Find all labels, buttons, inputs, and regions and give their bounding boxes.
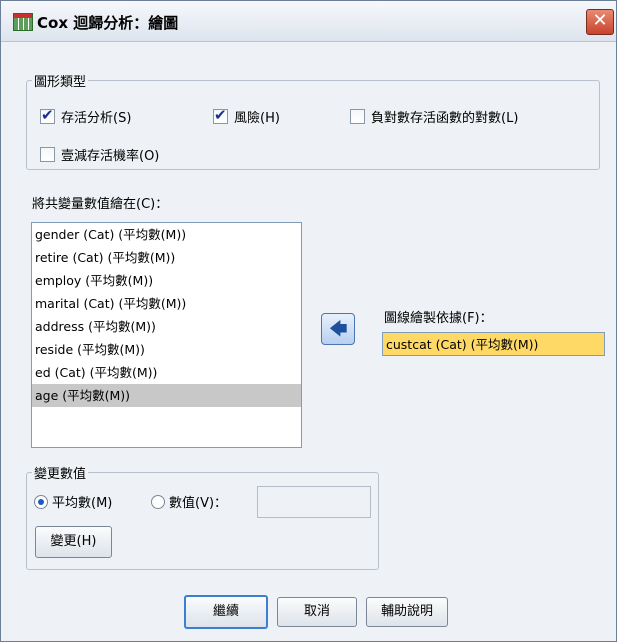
- list-item[interactable]: ed (Cat) (平均數(M)): [32, 361, 301, 384]
- title-bar[interactable]: Cox 迴歸分析：繪圖 ✕: [1, 1, 616, 42]
- close-icon: ✕: [592, 10, 608, 31]
- separate-lines-field[interactable]: custcat (Cat) (平均數(M)): [382, 332, 605, 356]
- separate-lines-label: 圖線繪製依據(F)：: [384, 311, 493, 326]
- list-item[interactable]: marital (Cat) (平均數(M)): [32, 292, 301, 315]
- survival-checkbox[interactable]: 存活分析(S): [40, 106, 132, 126]
- mean-radio-label: 平均數(M): [52, 496, 113, 511]
- value-input[interactable]: [257, 486, 371, 518]
- value-radio-label: 數值(V)：: [169, 496, 228, 511]
- hazard-checkbox[interactable]: 風險(H): [213, 106, 280, 126]
- survival-checkbox-label: 存活分析(S): [61, 111, 132, 126]
- checkbox-checked-icon: [40, 106, 55, 124]
- change-value-legend: 變更數值: [32, 463, 89, 482]
- radio-empty-icon: [151, 495, 165, 509]
- spss-table-icon: [13, 13, 33, 31]
- plot-type-legend: 圖形類型: [32, 71, 89, 90]
- checkbox-empty-icon: [40, 147, 55, 162]
- help-button-label: 輔助說明: [380, 604, 433, 619]
- window-title: Cox 迴歸分析：繪圖: [37, 14, 179, 32]
- mean-radio[interactable]: 平均數(M): [34, 492, 112, 511]
- hazard-checkbox-label: 風險(H): [234, 111, 280, 126]
- one-minus-survival-checkbox[interactable]: 壹減存活機率(O): [40, 145, 159, 164]
- move-back-button[interactable]: 🡄: [321, 313, 355, 345]
- checkbox-empty-icon: [350, 109, 365, 124]
- log-minus-log-checkbox[interactable]: 負對數存活函數的對數(L): [350, 107, 518, 126]
- change-button-label: 變更(H): [50, 534, 97, 549]
- arrow-left-icon: 🡄: [329, 319, 348, 340]
- cancel-button[interactable]: 取消: [277, 597, 357, 627]
- list-item-selected[interactable]: age (平均數(M)): [32, 384, 301, 407]
- list-item[interactable]: gender (Cat) (平均數(M)): [32, 223, 301, 246]
- covariates-list[interactable]: gender (Cat) (平均數(M)) retire (Cat) (平均數(…: [31, 222, 302, 448]
- continue-button-label: 繼續: [212, 604, 239, 619]
- continue-button[interactable]: 繼續: [184, 595, 268, 629]
- change-button[interactable]: 變更(H): [35, 526, 112, 558]
- cancel-button-label: 取消: [303, 604, 330, 619]
- list-item[interactable]: address (平均數(M)): [32, 315, 301, 338]
- log-minus-log-checkbox-label: 負對數存活函數的對數(L): [371, 111, 519, 126]
- value-radio[interactable]: 數值(V)：: [151, 492, 227, 511]
- list-item[interactable]: employ (平均數(M)): [32, 269, 301, 292]
- list-item[interactable]: reside (平均數(M)): [32, 338, 301, 361]
- dialog-window: Cox 迴歸分析：繪圖 ✕ 圖形類型 存活分析(S) 風險(H) 負對數存活函數…: [0, 0, 617, 642]
- one-minus-survival-checkbox-label: 壹減存活機率(O): [61, 149, 160, 164]
- covariates-label: 將共變量數值繪在(C)：: [32, 197, 169, 212]
- help-button[interactable]: 輔助說明: [366, 597, 448, 627]
- radio-selected-icon: [34, 495, 48, 509]
- checkbox-checked-icon: [213, 106, 228, 124]
- list-item[interactable]: retire (Cat) (平均數(M)): [32, 246, 301, 269]
- close-button[interactable]: ✕: [586, 9, 614, 35]
